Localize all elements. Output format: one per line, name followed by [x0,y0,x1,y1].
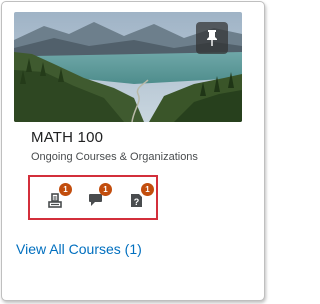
course-updates-highlight: 1 1 ? 1 [28,175,158,220]
my-courses-widget: MATH 100 Ongoing Courses & Organizations… [1,1,265,301]
assignments-count-badge: 1 [59,183,72,196]
course-title[interactable]: MATH 100 [31,129,103,146]
discussions-icon [89,194,102,206]
svg-text:?: ? [134,197,140,207]
quizzes-count-badge: 1 [141,183,154,196]
quizzes-icon: ? [131,194,142,207]
discussions-count-badge: 1 [99,183,112,196]
assignments-update[interactable]: 1 [42,183,72,213]
pin-button[interactable] [196,22,228,54]
view-all-courses-link[interactable]: View All Courses (1) [16,241,142,257]
course-subtitle: Ongoing Courses & Organizations [31,151,198,163]
assignments-icon [48,193,62,208]
pin-icon [207,30,217,46]
discussions-update[interactable]: 1 [82,183,112,213]
quizzes-update[interactable]: ? 1 [124,183,154,213]
